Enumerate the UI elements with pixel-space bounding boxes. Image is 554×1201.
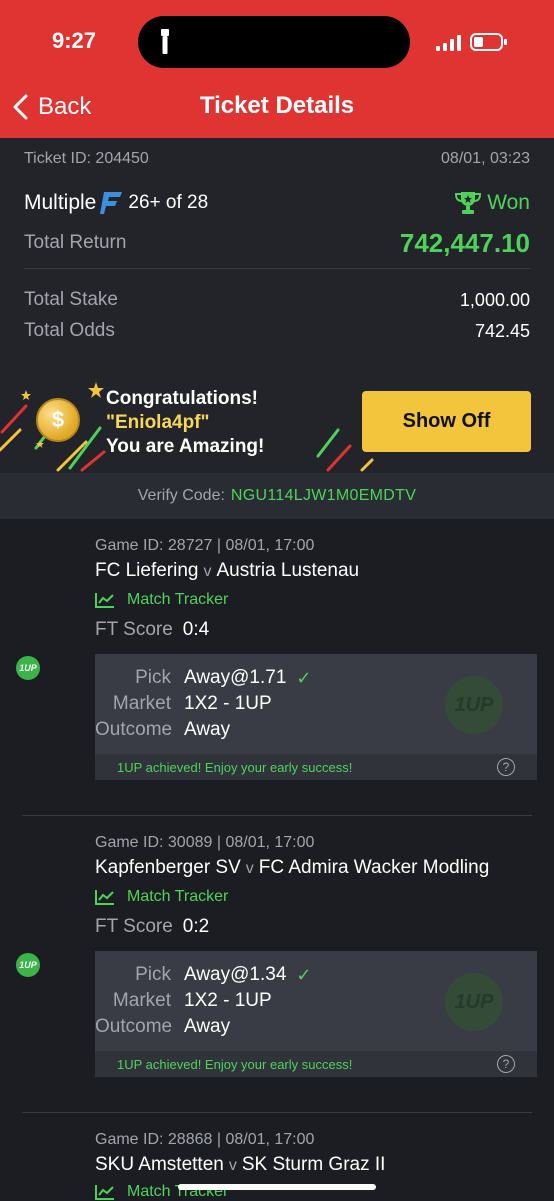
- game-meta: Game ID: 28868 | 08/01, 17:00: [95, 1131, 315, 1148]
- total-return-value: 742,447.10: [399, 227, 530, 258]
- match-teams: Kapfenberger SV v FC Admira Wacker Modling: [95, 857, 489, 879]
- versus-label: v: [203, 563, 212, 580]
- pick-details: Pick Away@1.34 ✓ Market 1X2 - 1UP Outcome…: [95, 951, 537, 1077]
- home-team: FC Liefering: [95, 560, 199, 581]
- verify-code-bar: Verify Code: NGU114LJW1M0EMDTV: [0, 473, 554, 519]
- dynamic-island: [138, 16, 410, 68]
- congrats-line1: Congratulations!: [106, 388, 258, 409]
- help-icon[interactable]: ?: [497, 1055, 515, 1073]
- check-icon: ✓: [296, 667, 312, 688]
- help-icon[interactable]: ?: [497, 758, 515, 776]
- versus-label: v: [228, 1157, 237, 1174]
- market-value: 1X2 - 1UP: [184, 693, 272, 714]
- ft-score: FT Score 0:2: [95, 916, 209, 938]
- ticket-id: Ticket ID: 204450: [24, 150, 149, 167]
- chart-line-icon: [95, 1185, 114, 1200]
- pick-value: Away@1.71: [184, 667, 287, 688]
- flashlight-icon: [161, 29, 169, 54]
- ft-score-value: 0:4: [182, 619, 210, 640]
- versus-label: v: [245, 860, 254, 877]
- game-meta: Game ID: 30089 | 08/01, 17:00: [95, 834, 315, 851]
- match-tracker-label: Match Tracker: [127, 591, 229, 608]
- ft-score: FT Score 0:4: [95, 619, 209, 641]
- bet-item: Game ID: 28727 | 08/01, 17:00 FC Lieferi…: [0, 519, 554, 816]
- total-odds-label: Total Odds: [24, 320, 115, 341]
- home-team: Kapfenberger SV: [95, 857, 241, 878]
- verify-label: Verify Code:: [137, 487, 225, 504]
- outcome-value: Away: [184, 719, 231, 740]
- 1up-badge-icon: 1UP: [16, 656, 40, 680]
- match-teams: FC Liefering v Austria Lustenau: [95, 560, 359, 582]
- 1up-achieved-banner: 1UP achieved! Enjoy your early success! …: [95, 1051, 537, 1077]
- 1up-badge-icon: 1UP: [16, 953, 40, 977]
- signal-icon: [436, 35, 461, 51]
- pick-label: Pick: [135, 964, 171, 985]
- won-label: Won: [487, 191, 530, 214]
- outcome-value: Away: [184, 1016, 231, 1037]
- match-tracker-label: Match Tracker: [127, 888, 229, 905]
- achieved-message: 1UP achieved! Enjoy your early success!: [117, 759, 353, 775]
- outcome-label: Outcome: [95, 1016, 173, 1037]
- congrats-message: Congratulations! "Eniola4pf" You are Ama…: [106, 387, 264, 459]
- ticket-date: 08/01, 03:23: [441, 150, 530, 167]
- pick-value: Away@1.34: [184, 964, 287, 985]
- home-team: SKU Amstetten: [95, 1154, 224, 1175]
- market-label: Market: [112, 693, 171, 714]
- 1up-watermark-icon: 1UP: [445, 973, 503, 1031]
- game-meta: Game ID: 28727 | 08/01, 17:00: [95, 537, 315, 554]
- status-time: 9:27: [52, 28, 97, 53]
- market-label: Market: [112, 990, 171, 1011]
- check-icon: ✓: [296, 964, 312, 985]
- pick-details: Pick Away@1.71 ✓ Market 1X2 - 1UP Outcome…: [95, 654, 537, 780]
- won-status: Won: [455, 191, 530, 215]
- away-team: SK Sturm Graz II: [241, 1154, 386, 1175]
- achieved-message: 1UP achieved! Enjoy your early success!: [117, 1056, 353, 1072]
- verify-code[interactable]: NGU114LJW1M0EMDTV: [231, 487, 416, 505]
- match-tracker-link[interactable]: Match Tracker: [95, 591, 228, 609]
- congrats-username: "Eniola4pf": [106, 412, 210, 433]
- pick-label: Pick: [135, 667, 171, 688]
- home-indicator[interactable]: [178, 1184, 376, 1190]
- flexibet-icon: [100, 192, 123, 214]
- coin-icon: $: [36, 398, 80, 442]
- ft-score-value: 0:2: [182, 916, 210, 937]
- total-odds-value: 742.45: [474, 320, 530, 341]
- match-tracker-link[interactable]: Match Tracker: [95, 888, 228, 906]
- away-team: FC Admira Wacker Modling: [258, 857, 490, 878]
- total-stake-label: Total Stake: [24, 289, 118, 310]
- ticket-count: 26+ of 28: [128, 192, 209, 213]
- 1up-watermark-icon: 1UP: [445, 676, 503, 734]
- 1up-achieved-banner: 1UP achieved! Enjoy your early success! …: [95, 754, 537, 780]
- total-stake-value: 1,000.00: [459, 289, 530, 310]
- bet-item: Game ID: 30089 | 08/01, 17:00 Kapfenberg…: [0, 816, 554, 1113]
- outcome-label: Outcome: [95, 719, 173, 740]
- ft-score-label: FT Score: [95, 916, 173, 937]
- nav-bar: Back Ticket Details: [0, 80, 554, 138]
- show-off-button[interactable]: Show Off: [362, 391, 531, 452]
- summary-divider: [24, 268, 530, 269]
- battery-icon: [470, 33, 507, 51]
- congrats-line3: You are Amazing!: [106, 436, 265, 457]
- market-value: 1X2 - 1UP: [184, 990, 272, 1011]
- match-teams: SKU Amstetten v SK Sturm Graz II: [95, 1154, 385, 1176]
- total-return-label: Total Return: [24, 232, 127, 253]
- ft-score-label: FT Score: [95, 619, 173, 640]
- page-title: Ticket Details: [199, 92, 355, 119]
- away-team: Austria Lustenau: [216, 560, 360, 581]
- ticket-type: Multiple: [24, 191, 97, 214]
- trophy-icon: [455, 192, 482, 214]
- status-bar: 9:27: [0, 0, 554, 80]
- chart-line-icon: [95, 890, 114, 905]
- chart-line-icon: [95, 593, 114, 608]
